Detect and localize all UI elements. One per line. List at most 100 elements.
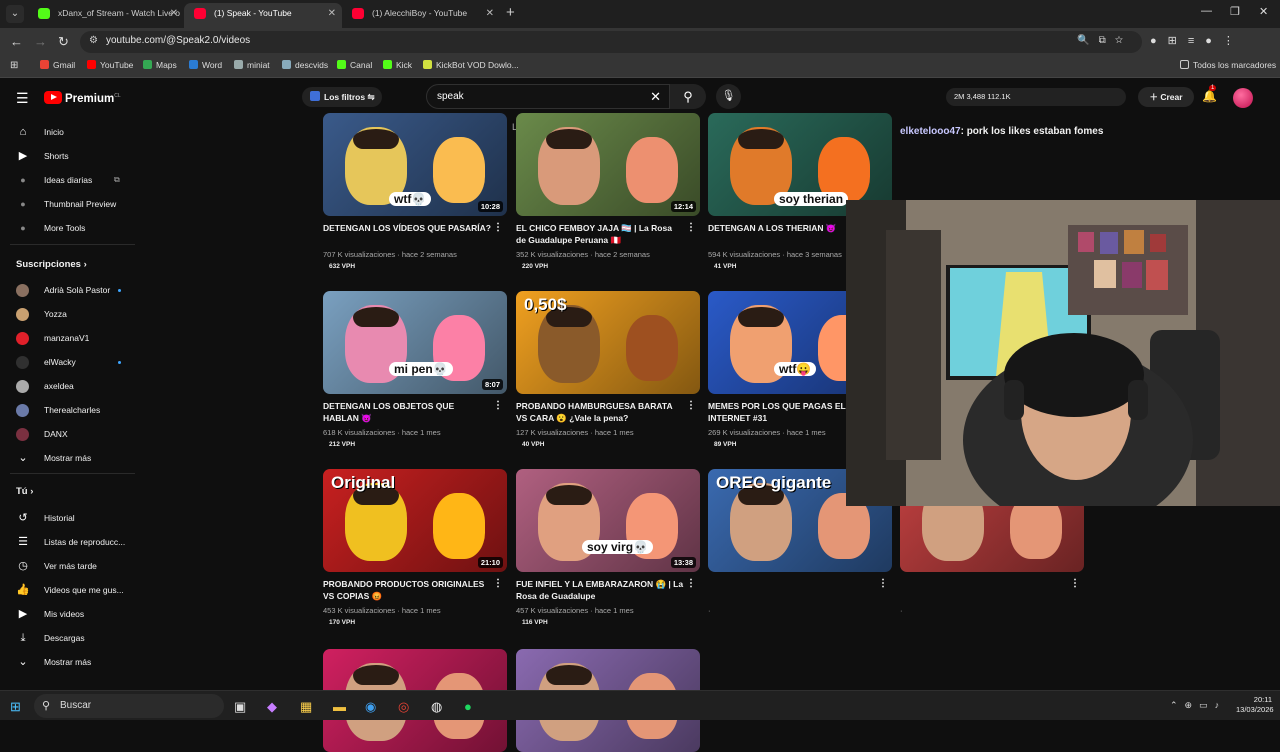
bookmark-maps[interactable]: Maps bbox=[143, 60, 177, 70]
store-icon[interactable]: ▦ bbox=[300, 699, 312, 715]
subscription-item[interactable]: Adrià Solà Pastor bbox=[0, 279, 145, 301]
sidebar-item-inicio[interactable]: ⌂ Inicio bbox=[0, 121, 145, 143]
you-header[interactable]: Tú › bbox=[16, 486, 33, 497]
taskbar-search[interactable]: ⚲ Buscar bbox=[34, 694, 224, 718]
search-button[interactable]: ⚲ bbox=[670, 84, 706, 109]
tab-search-chevron-icon[interactable]: ⌄ bbox=[6, 5, 24, 23]
channel-stats-extension[interactable]: 2M 3,488 112.1K bbox=[946, 88, 1126, 106]
forward-icon[interactable]: → bbox=[34, 34, 47, 49]
sidebar-item-playlist[interactable]: ☰ Listas de reproducc... bbox=[0, 531, 145, 553]
video-title[interactable]: DETENGAN LOS OBJETOS QUE HABLAN 😈 bbox=[323, 400, 491, 424]
omnibox[interactable]: ⚙ youtube.com/@Speak2.0/videos 🔍⧉☆ bbox=[80, 31, 1142, 53]
sidebar-item-shorts[interactable]: ▶ Shorts bbox=[0, 145, 145, 167]
video-thumbnail[interactable]: Original 21:10 bbox=[323, 469, 507, 572]
sidebar-item-thumbnail-preview[interactable]: ● Thumbnail Preview bbox=[0, 193, 145, 215]
subscription-item[interactable]: DANX bbox=[0, 423, 145, 445]
hamburger-menu-icon[interactable]: ☰ bbox=[16, 90, 29, 107]
browser-tab-2[interactable]: (1) AlecchiBoy - YouTube ✕ bbox=[342, 3, 500, 28]
video-thumbnail[interactable]: wtf💀 10:28 bbox=[323, 113, 507, 216]
video-title[interactable]: EL CHICO FEMBOY JAJA 🏳️‍⚧️ | La Rosa de … bbox=[516, 222, 684, 246]
extensions-icons[interactable]: ●⊞≡●⋮ bbox=[1150, 34, 1245, 47]
bookmark-miniat[interactable]: miniat bbox=[234, 60, 270, 70]
voice-search-button[interactable]: 🎙 bbox=[716, 84, 741, 109]
copilot-icon[interactable]: ◆ bbox=[267, 699, 277, 715]
more-options-icon[interactable]: ⋮ bbox=[878, 578, 888, 589]
system-clock[interactable]: 20:11 13/03/2026 bbox=[1236, 695, 1274, 715]
more-options-icon[interactable]: ⋮ bbox=[493, 400, 503, 411]
subscriptions-header[interactable]: Suscripciones › bbox=[16, 259, 87, 270]
back-icon[interactable]: ← bbox=[10, 34, 23, 49]
bookmark-word[interactable]: Word bbox=[189, 60, 222, 70]
clock-date: 13/03/2026 bbox=[1236, 705, 1274, 714]
youtube-favicon-icon bbox=[352, 8, 364, 19]
more-options-icon[interactable]: ⋮ bbox=[1070, 578, 1080, 589]
bookmark-gmail[interactable]: Gmail bbox=[40, 60, 75, 70]
search-value: speak bbox=[437, 91, 464, 102]
windows-start-icon[interactable]: ⊞ bbox=[10, 699, 21, 715]
video-thumbnail[interactable]: mi pen💀 8:07 bbox=[323, 291, 507, 394]
sidebar-item-label: Ideas diarias bbox=[44, 175, 93, 185]
more-options-icon[interactable]: ⋮ bbox=[493, 578, 503, 589]
minimize-icon[interactable]: — bbox=[1201, 5, 1212, 17]
browser-tab-bar: ⌄ xDanx_of Stream - Watch Live o ✕ (1) S… bbox=[0, 0, 1280, 28]
video-title[interactable]: DETENGAN LOS VÍDEOS QUE PASARÍA? bbox=[323, 222, 491, 234]
edge-icon[interactable]: ◉ bbox=[365, 699, 376, 715]
video-thumbnail[interactable]: 12:14 bbox=[516, 113, 700, 216]
restore-icon[interactable]: ❐ bbox=[1230, 5, 1240, 18]
bookmark-canal[interactable]: Canal bbox=[337, 60, 372, 70]
file-explorer-icon[interactable]: ▬ bbox=[333, 699, 346, 714]
close-tab-icon[interactable]: ✕ bbox=[170, 3, 178, 24]
sidebar-item-history[interactable]: ↺ Historial bbox=[0, 507, 145, 529]
close-tab-icon[interactable]: ✕ bbox=[328, 3, 336, 24]
meta-separator: · bbox=[708, 606, 711, 615]
show-more-you-button[interactable]: ⌄ Mostrar más bbox=[0, 651, 145, 673]
more-options-icon[interactable]: ⋮ bbox=[686, 578, 696, 589]
bookmark-kick[interactable]: Kick bbox=[383, 60, 412, 70]
more-options-icon[interactable]: ⋮ bbox=[493, 222, 503, 233]
sidebar-item-download[interactable]: ⤓ Descargas bbox=[0, 627, 145, 649]
apps-icon[interactable]: ⊞ bbox=[10, 60, 18, 71]
show-more-subs-button[interactable]: ⌄ Mostrar más bbox=[0, 447, 145, 469]
more-options-icon[interactable]: ⋮ bbox=[686, 400, 696, 411]
close-window-icon[interactable]: ✕ bbox=[1259, 5, 1268, 18]
spotify-icon[interactable]: ● bbox=[464, 699, 472, 714]
subscription-item[interactable]: Therealcharles bbox=[0, 399, 145, 421]
chrome-icon[interactable]: ◎ bbox=[398, 699, 409, 715]
create-button[interactable]: ＋ Crear bbox=[1138, 87, 1194, 107]
video-title[interactable]: PROBANDO PRODUCTOS ORIGINALES VS COPIAS … bbox=[323, 578, 491, 602]
sidebar-item-myvideos[interactable]: ▶ Mis videos bbox=[0, 603, 145, 625]
browser-tab-0[interactable]: xDanx_of Stream - Watch Live o ✕ bbox=[28, 3, 184, 28]
video-title[interactable]: FUE INFIEL Y LA EMBARAZARON 😭 | La Rosa … bbox=[516, 578, 684, 602]
close-tab-icon[interactable]: ✕ bbox=[486, 3, 494, 24]
bookmark-youtube[interactable]: YouTube bbox=[87, 60, 133, 70]
subscription-item[interactable]: manzanaV1 bbox=[0, 327, 145, 349]
omnibox-actions[interactable]: 🔍⧉☆ bbox=[1077, 35, 1132, 46]
search-input[interactable]: speak ✕ bbox=[426, 84, 670, 109]
system-tray-icons[interactable]: ⌃⊕▭♪ bbox=[1170, 700, 1226, 711]
filters-button[interactable]: Los filtros ⇋ bbox=[302, 87, 382, 107]
video-title[interactable]: PROBANDO HAMBURGUESA BARATA VS CARA 😮 ¿V… bbox=[516, 400, 684, 424]
notifications-bell-icon[interactable]: 🔔 1 bbox=[1202, 85, 1217, 103]
more-options-icon[interactable]: ⋮ bbox=[686, 222, 696, 233]
subscription-item[interactable]: elWacky bbox=[0, 351, 145, 373]
sidebar-item-more-tools[interactable]: ● More Tools bbox=[0, 217, 145, 239]
task-view-icon[interactable]: ▣ bbox=[234, 699, 246, 715]
sidebar-item-like[interactable]: 👍 Videos que me gus... bbox=[0, 579, 145, 601]
youtube-logo[interactable]: PremiumCL bbox=[44, 91, 121, 105]
bookmark-descvids[interactable]: descvids bbox=[282, 60, 328, 70]
subscription-item[interactable]: axeldea bbox=[0, 375, 145, 397]
browser-tab-1[interactable]: (1) Speak - YouTube ✕ bbox=[184, 3, 342, 28]
site-info-icon[interactable]: ⚙ bbox=[89, 35, 98, 46]
bookmark-kickbot[interactable]: KickBot VOD Dowlo... bbox=[423, 60, 519, 70]
sidebar-item-ideas-diarias[interactable]: ● Ideas diarias ⧉ bbox=[0, 169, 145, 191]
obs-icon[interactable]: ◍ bbox=[431, 699, 442, 715]
avatar[interactable] bbox=[1233, 88, 1253, 108]
all-bookmarks[interactable]: Todos los marcadores bbox=[1180, 60, 1276, 70]
video-thumbnail[interactable]: 0,50$ bbox=[516, 291, 700, 394]
reload-icon[interactable]: ↻ bbox=[58, 34, 69, 50]
new-tab-icon[interactable]: + bbox=[506, 4, 515, 21]
sidebar-item-clock[interactable]: ◷ Ver más tarde bbox=[0, 555, 145, 577]
video-thumbnail[interactable]: soy virg💀 13:38 bbox=[516, 469, 700, 572]
clear-search-icon[interactable]: ✕ bbox=[650, 89, 661, 105]
subscription-item[interactable]: Yozza bbox=[0, 303, 145, 325]
